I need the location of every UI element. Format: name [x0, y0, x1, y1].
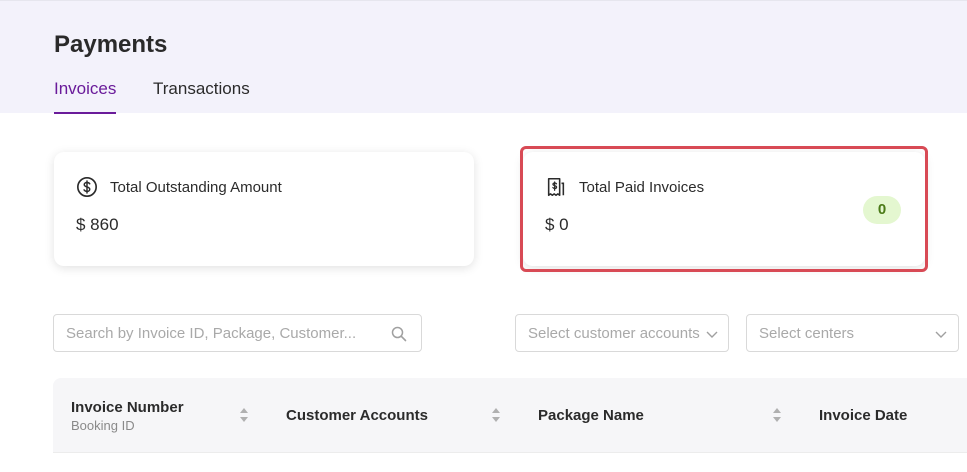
page-header: Payments Invoices Transactions: [0, 0, 967, 114]
dollar-circle-icon: [77, 177, 97, 197]
column-booking-id: Booking ID: [71, 418, 135, 433]
search-icon[interactable]: [391, 326, 407, 342]
outstanding-value: $ 860: [76, 215, 119, 234]
column-invoice-number[interactable]: Invoice Number: [71, 399, 184, 416]
chevron-down-icon: [706, 331, 718, 338]
paid-count-badge: 0: [863, 196, 901, 224]
chevron-down-icon: [935, 331, 947, 338]
column-invoice-date[interactable]: Invoice Date: [819, 407, 907, 424]
column-package-name[interactable]: Package Name: [538, 407, 644, 424]
paid-label: Total Paid Invoices: [579, 179, 705, 196]
total-paid-card: Total Paid Invoices $ 0 0: [523, 152, 925, 266]
accounts-placeholder: Select customer accounts: [528, 325, 700, 342]
customer-accounts-select[interactable]: Select customer accounts: [515, 314, 729, 352]
sort-icon[interactable]: [491, 407, 501, 423]
total-outstanding-card: Total Outstanding Amount $ 860: [54, 152, 474, 266]
outstanding-label: Total Outstanding Amount: [110, 179, 282, 196]
receipt-dollar-icon: [547, 177, 565, 197]
search-placeholder: Search by Invoice ID, Package, Customer.…: [66, 325, 357, 342]
page-title: Payments: [54, 31, 168, 58]
tab-transactions[interactable]: Transactions: [153, 79, 250, 114]
centers-placeholder: Select centers: [759, 325, 855, 342]
sort-icon[interactable]: [239, 407, 249, 423]
sort-icon[interactable]: [772, 407, 782, 423]
search-input[interactable]: Search by Invoice ID, Package, Customer.…: [53, 314, 422, 352]
tab-invoices[interactable]: Invoices: [54, 79, 117, 114]
table-header: Invoice Number Booking ID Customer Accou…: [53, 378, 967, 452]
paid-value: $ 0: [545, 215, 569, 234]
table-row[interactable]: [53, 452, 967, 472]
column-customer-accounts[interactable]: Customer Accounts: [286, 407, 428, 424]
centers-select[interactable]: Select centers: [746, 314, 959, 352]
